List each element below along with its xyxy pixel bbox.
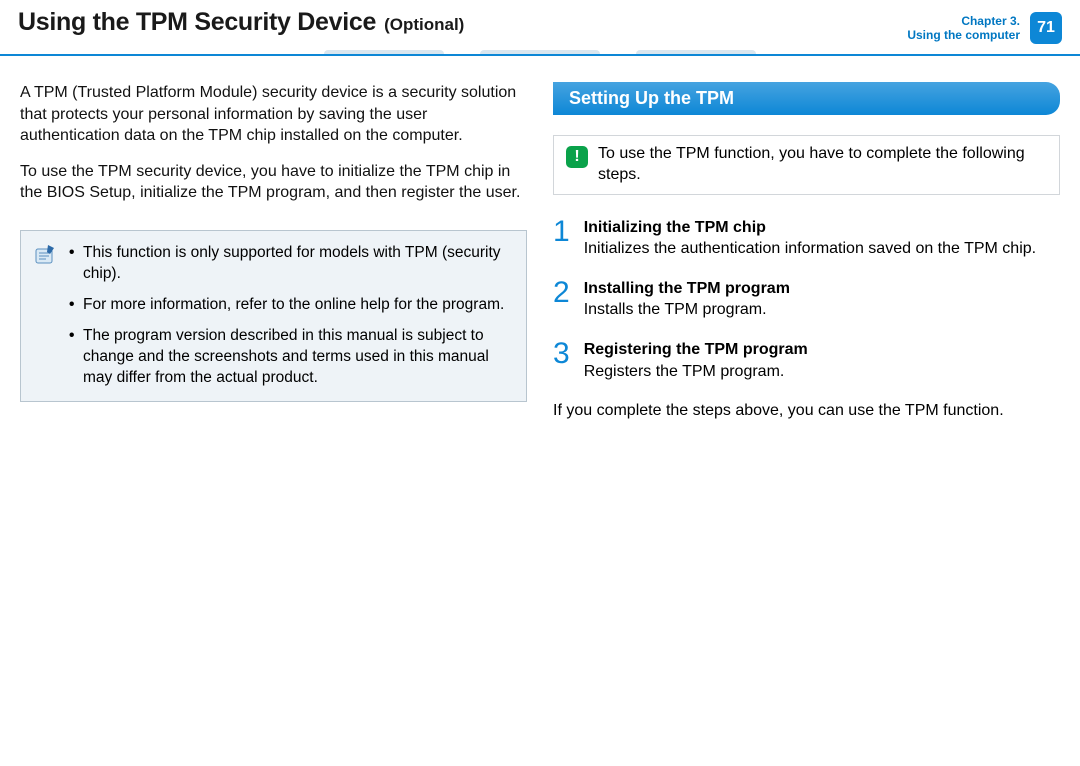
page-number: 71 [1037,19,1055,37]
step-title: Initializing the TPM chip [584,217,1036,239]
step-title: Registering the TPM program [584,339,808,361]
decorative-tabs [324,50,756,54]
step-item: 2 Installing the TPM program Installs th… [553,278,1060,321]
header-rule [0,50,1080,58]
step-item: 1 Initializing the TPM chip Initializes … [553,217,1060,260]
decorative-tab [324,50,444,54]
step-desc: Installs the TPM program. [584,299,790,321]
memo-icon [33,243,57,267]
page-title: Using the TPM Security Device [18,8,376,37]
step-body: Registering the TPM program Registers th… [584,339,808,382]
chapter-line2: Using the computer [907,28,1020,42]
note-item: This function is only supported for mode… [69,243,512,285]
section-heading: Setting Up the TPM [553,82,1060,115]
divider-line [0,54,1080,56]
page-header: Using the TPM Security Device (Optional)… [0,0,1080,50]
page-number-badge: 71 [1030,12,1062,44]
attention-symbol: ! [574,147,579,168]
step-number: 1 [553,217,570,260]
note-item: The program version described in this ma… [69,326,512,389]
chapter-line1: Chapter 3. [907,14,1020,28]
right-column: Setting Up the TPM ! To use the TPM func… [553,82,1060,422]
alert-box: ! To use the TPM function, you have to c… [553,135,1060,195]
chapter-text: Chapter 3. Using the computer [907,14,1020,43]
step-item: 3 Registering the TPM program Registers … [553,339,1060,382]
step-title: Installing the TPM program [584,278,790,300]
step-desc: Registers the TPM program. [584,361,808,383]
step-number: 2 [553,278,570,321]
step-number: 3 [553,339,570,382]
step-body: Initializing the TPM chip Initializes th… [584,217,1036,260]
note-item: For more information, refer to the onlin… [69,295,512,316]
intro-paragraph-2: To use the TPM security device, you have… [20,161,527,204]
page-subtitle: (Optional) [384,15,464,35]
closing-paragraph: If you complete the steps above, you can… [553,400,1060,422]
decorative-tab [480,50,600,54]
content-columns: A TPM (Trusted Platform Module) security… [0,58,1080,422]
step-desc: Initializes the authentication informati… [584,238,1036,260]
intro-paragraph-1: A TPM (Trusted Platform Module) security… [20,82,527,147]
left-column: A TPM (Trusted Platform Module) security… [20,82,527,422]
title-block: Using the TPM Security Device (Optional) [18,8,464,37]
attention-icon: ! [566,146,588,168]
note-box: This function is only supported for mode… [20,230,527,402]
chapter-block: Chapter 3. Using the computer 71 [907,8,1062,44]
decorative-tab [636,50,756,54]
alert-text: To use the TPM function, you have to com… [598,144,1047,186]
note-list: This function is only supported for mode… [69,243,512,389]
step-body: Installing the TPM program Installs the … [584,278,790,321]
